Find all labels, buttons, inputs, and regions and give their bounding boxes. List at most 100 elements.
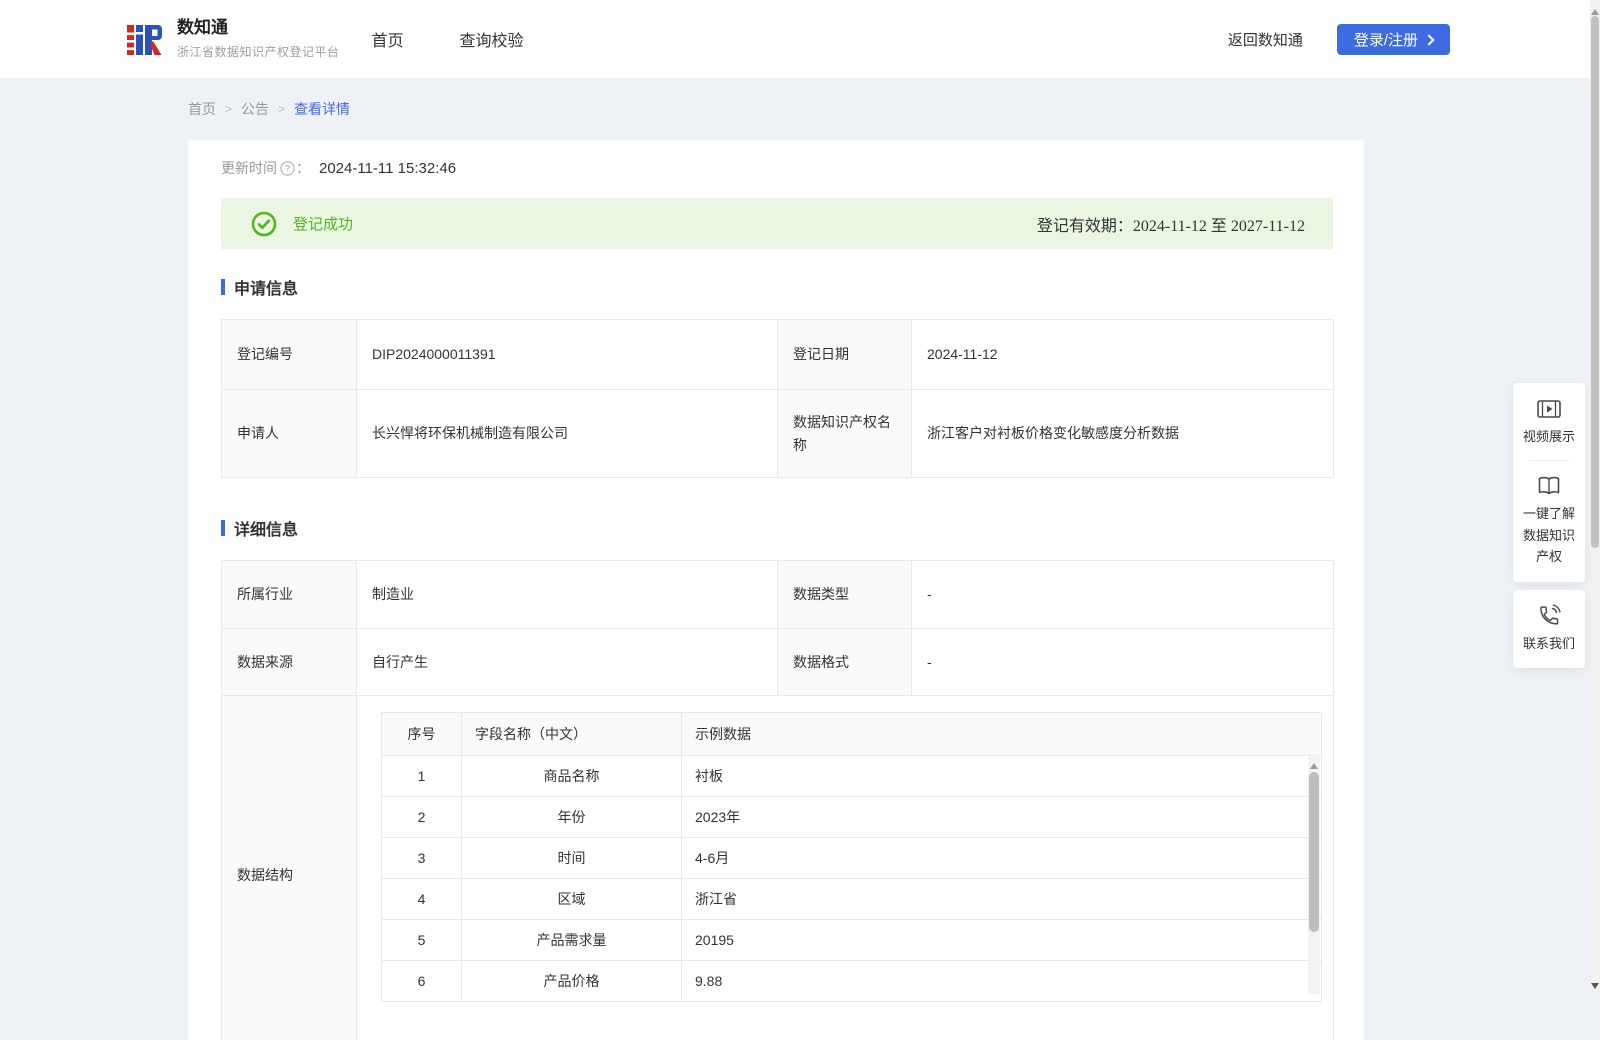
- structure-table: 序号 字段名称（中文） 示例数据 1 商品名称 衬板 2 年份 2023: [381, 712, 1322, 1002]
- update-time-label: 更新时间: [221, 158, 277, 178]
- cell-index: 5: [382, 920, 462, 961]
- login-register-button[interactable]: 登录/注册: [1337, 24, 1450, 55]
- section-title-detail-label: 详细信息: [234, 516, 298, 540]
- brand-title: 数知通: [177, 18, 340, 38]
- industry-label: 所属行业: [222, 561, 357, 629]
- cell-field-name: 时间: [462, 838, 682, 879]
- data-format-label: 数据格式: [778, 629, 912, 696]
- section-title-detail: 详细信息: [221, 516, 1333, 540]
- cell-sample: 浙江省: [682, 879, 1322, 920]
- check-circle-icon: [251, 211, 277, 237]
- cell-sample: 4-6月: [682, 838, 1322, 879]
- cell-sample: 衬板: [682, 756, 1322, 797]
- guide-item[interactable]: 一键了解数据知识产权: [1519, 474, 1579, 567]
- detail-info-table: 所属行业 制造业 数据类型 - 数据来源 自行产生 数据格式 - 数据结构 序号…: [221, 560, 1334, 1040]
- scroll-up-arrow-icon[interactable]: [1591, 5, 1599, 15]
- table-row: 1 商品名称 衬板: [382, 756, 1322, 797]
- table-row: 4 区域 浙江省: [382, 879, 1322, 920]
- back-to-portal-link[interactable]: 返回数知通: [1228, 29, 1303, 50]
- breadcrumb-current[interactable]: 查看详情: [294, 99, 350, 119]
- brand-text: 数知通 浙江省数据知识产权登记平台: [177, 18, 340, 59]
- reg-no-value: DIP2024000011391: [357, 320, 778, 390]
- floating-widgets: 视频展示 一键了解数据知识产权 联系我们: [1513, 383, 1585, 668]
- application-info-table: 登记编号 DIP2024000011391 登记日期 2024-11-12 申请…: [221, 319, 1334, 478]
- section-title-application-label: 申请信息: [234, 275, 298, 299]
- table-row: 所属行业 制造业 数据类型 -: [222, 561, 1334, 629]
- table-row: 6 产品价格 9.88: [382, 961, 1322, 1002]
- detail-card: 更新时间 ? ： 2024-11-11 15:32:46 登记成功 登记有效期：…: [188, 140, 1364, 1040]
- svg-text:?: ?: [285, 163, 290, 173]
- breadcrumb: 首页 > 公告 > 查看详情: [188, 100, 1600, 118]
- table-row: 数据结构 序号 字段名称（中文） 示例数据 1 商品名称 衬板: [222, 696, 1334, 1040]
- table-row: 登记编号 DIP2024000011391 登记日期 2024-11-12: [222, 320, 1334, 390]
- page-scrollbar[interactable]: [1590, 0, 1600, 1000]
- breadcrumb-separator: >: [225, 102, 232, 116]
- cell-field-name: 产品需求量: [462, 920, 682, 961]
- update-time-value: 2024-11-11 15:32:46: [319, 160, 456, 177]
- applicant-value: 长兴悍将环保机械制造有限公司: [357, 390, 778, 478]
- cell-index: 4: [382, 879, 462, 920]
- scrollbar-thumb[interactable]: [1309, 772, 1319, 932]
- col-header-index: 序号: [382, 713, 462, 756]
- cell-field-name: 区域: [462, 879, 682, 920]
- data-type-value: -: [912, 561, 1334, 629]
- ip-name-value: 浙江客户对衬板价格变化敏感度分析数据: [912, 390, 1334, 478]
- data-structure-label: 数据结构: [222, 696, 357, 1040]
- cell-field-name: 商品名称: [462, 756, 682, 797]
- brand-logo-icon: [125, 19, 165, 59]
- col-header-sample-data: 示例数据: [682, 713, 1322, 756]
- main-nav: 首页 查询校验: [372, 27, 524, 51]
- floating-card-contact[interactable]: 联系我们: [1513, 590, 1585, 668]
- question-circle-icon[interactable]: ?: [280, 161, 295, 176]
- chevron-right-icon: [1423, 34, 1434, 45]
- table-row: 5 产品需求量 20195: [382, 920, 1322, 961]
- table-row: 2 年份 2023年: [382, 797, 1322, 838]
- structure-header-row: 序号 字段名称（中文） 示例数据: [382, 713, 1322, 756]
- data-source-label: 数据来源: [222, 629, 357, 696]
- table-row: 3 时间 4-6月: [382, 838, 1322, 879]
- guide-label: 一键了解数据知识产权: [1519, 503, 1579, 567]
- table-row: 申请人 长兴悍将环保机械制造有限公司 数据知识产权名称 浙江客户对衬板价格变化敏…: [222, 390, 1334, 478]
- data-format-value: -: [912, 629, 1334, 696]
- login-register-label: 登录/注册: [1354, 29, 1418, 50]
- data-type-label: 数据类型: [778, 561, 912, 629]
- nav-item-query-verify[interactable]: 查询校验: [460, 27, 524, 51]
- structure-table-scrollbar[interactable]: [1308, 754, 1320, 994]
- nav-item-home[interactable]: 首页: [372, 27, 404, 51]
- section-bar: [221, 279, 225, 295]
- structure-table-wrapper: 序号 字段名称（中文） 示例数据 1 商品名称 衬板 2 年份 2023: [357, 696, 1333, 1002]
- data-source-value: 自行产生: [357, 629, 778, 696]
- cell-sample: 2023年: [682, 797, 1322, 838]
- validity-label: 登记有效期：: [1037, 218, 1133, 235]
- status-text: 登记成功: [293, 213, 353, 234]
- cell-index: 2: [382, 797, 462, 838]
- video-showcase-item[interactable]: 视频展示: [1519, 397, 1579, 447]
- scroll-down-arrow-icon[interactable]: [1591, 983, 1599, 993]
- scrollbar-thumb[interactable]: [1591, 16, 1599, 548]
- top-header: 数知通 浙江省数据知识产权登记平台 首页 查询校验 返回数知通 登录/注册: [0, 0, 1600, 78]
- cell-field-name: 产品价格: [462, 961, 682, 1002]
- cell-index: 3: [382, 838, 462, 879]
- reg-date-label: 登记日期: [778, 320, 912, 390]
- contact-us-label: 联系我们: [1519, 633, 1579, 654]
- registration-success-banner: 登记成功 登记有效期：2024-11-12 至 2027-11-12: [221, 198, 1333, 249]
- col-header-field-name: 字段名称（中文）: [462, 713, 682, 756]
- breadcrumb-home[interactable]: 首页: [188, 99, 216, 119]
- section-title-application: 申请信息: [221, 275, 1333, 299]
- reg-no-label: 登记编号: [222, 320, 357, 390]
- video-showcase-label: 视频展示: [1519, 426, 1579, 447]
- update-time-colon: ：: [296, 158, 310, 178]
- breadcrumb-announcements[interactable]: 公告: [241, 99, 269, 119]
- table-row: 数据来源 自行产生 数据格式 -: [222, 629, 1334, 696]
- brand-subtitle: 浙江省数据知识产权登记平台: [177, 43, 340, 60]
- cell-index: 6: [382, 961, 462, 1002]
- scroll-up-arrow-icon[interactable]: [1310, 759, 1318, 769]
- applicant-label: 申请人: [222, 390, 357, 478]
- update-time-row: 更新时间 ? ： 2024-11-11 15:32:46: [221, 158, 1333, 178]
- reg-date-value: 2024-11-12: [912, 320, 1334, 390]
- cell-sample: 9.88: [682, 961, 1322, 1002]
- industry-value: 制造业: [357, 561, 778, 629]
- brand[interactable]: 数知通 浙江省数据知识产权登记平台: [125, 18, 340, 59]
- header-right: 返回数知通 登录/注册: [1228, 24, 1450, 55]
- section-bar: [221, 520, 225, 536]
